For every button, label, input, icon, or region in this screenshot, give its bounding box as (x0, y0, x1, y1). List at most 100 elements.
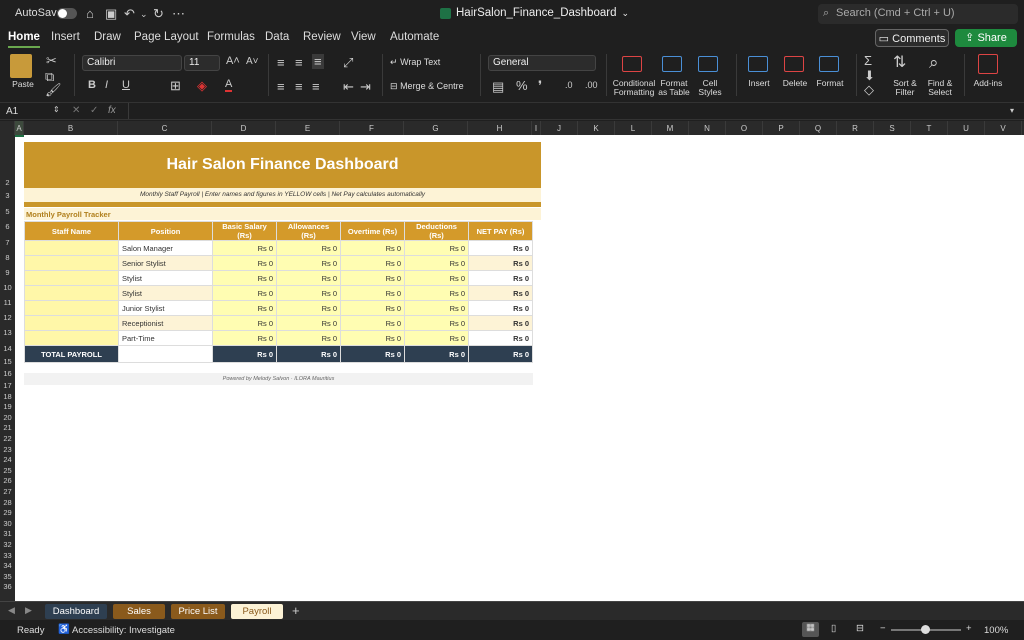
tab-formulas[interactable]: Formulas (207, 31, 255, 43)
row-header-34[interactable]: 34 (0, 561, 15, 572)
enter-icon[interactable]: ✓ (90, 106, 98, 116)
column-header-v[interactable]: V (985, 121, 1022, 135)
row-header-21[interactable]: 21 (0, 423, 15, 434)
delete-cells-icon[interactable] (784, 56, 804, 72)
row-header-12[interactable]: 12 (0, 310, 15, 325)
sort-filter-icon[interactable]: ⇅ (893, 55, 906, 71)
deductions-cell[interactable]: Rs 0 (404, 270, 469, 286)
row-header-31[interactable]: 31 (0, 529, 15, 540)
number-format-select[interactable]: General (488, 55, 596, 71)
comma-style-icon[interactable]: ❜ (538, 79, 542, 92)
header-position[interactable]: Position (118, 221, 213, 241)
format-painter-icon[interactable]: 🖌 (45, 83, 62, 96)
header-overtime[interactable]: Overtime (Rs) (340, 221, 405, 241)
net-pay-cell[interactable]: Rs 0 (468, 330, 533, 346)
net-pay-cell[interactable]: Rs 0 (468, 285, 533, 301)
search-box[interactable]: ⌕ Search (Cmd + Ctrl + U) (818, 4, 1018, 24)
row-header-26[interactable]: 26 (0, 476, 15, 487)
expand-formula-icon[interactable]: ▾ (1010, 107, 1014, 115)
tab-review[interactable]: Review (303, 31, 341, 43)
format-as-table-label[interactable]: Format as Table (656, 79, 692, 97)
bold-icon[interactable]: B (88, 80, 96, 91)
column-header-o[interactable]: O (726, 121, 763, 135)
format-cells-icon[interactable] (819, 56, 839, 72)
column-header-m[interactable]: M (652, 121, 689, 135)
zoom-level[interactable]: 100% (984, 625, 1008, 636)
column-header-u[interactable]: U (948, 121, 985, 135)
conditional-formatting-label[interactable]: Conditional Formatting (609, 79, 659, 97)
staff-name-cell[interactable] (24, 255, 119, 271)
sheet-tab-dashboard[interactable]: Dashboard (45, 604, 107, 619)
paste-label[interactable]: Paste (8, 80, 38, 89)
autosave-toggle[interactable] (57, 8, 77, 19)
decrease-indent-icon[interactable]: ⇤ (343, 80, 354, 93)
zoom-out-icon[interactable]: − (880, 623, 886, 634)
insert-cells-icon[interactable] (748, 56, 768, 72)
net-pay-cell[interactable]: Rs 0 (468, 300, 533, 316)
net-pay-cell[interactable]: Rs 0 (468, 240, 533, 256)
header-deductions[interactable]: Deductions (Rs) (404, 221, 469, 241)
conditional-formatting-icon[interactable] (622, 56, 642, 72)
row-header-24[interactable]: 24 (0, 455, 15, 466)
column-header-p[interactable]: P (763, 121, 800, 135)
position-cell[interactable]: Stylist (118, 270, 213, 286)
staff-name-cell[interactable] (24, 330, 119, 346)
align-top-icon[interactable]: ≡ (277, 56, 285, 69)
normal-view-icon[interactable]: ▦ (802, 622, 819, 637)
align-bottom-icon[interactable]: ≡ (312, 54, 324, 69)
increase-indent-icon[interactable]: ⇥ (360, 80, 371, 93)
row-header-25[interactable]: 25 (0, 466, 15, 477)
font-name-select[interactable]: Calibri (82, 55, 182, 71)
row-header-22[interactable]: 22 (0, 434, 15, 445)
allowances-cell[interactable]: Rs 0 (276, 240, 341, 256)
position-cell[interactable]: Part-Time (118, 330, 213, 346)
orientation-icon[interactable]: ⤢ (343, 56, 353, 69)
italic-icon[interactable]: I (105, 80, 108, 91)
column-header-l[interactable]: L (615, 121, 652, 135)
cell-styles-icon[interactable] (698, 56, 718, 72)
overtime-cell[interactable]: Rs 0 (340, 240, 405, 256)
tab-automate[interactable]: Automate (390, 31, 439, 43)
staff-name-cell[interactable] (24, 240, 119, 256)
overtime-cell[interactable]: Rs 0 (340, 315, 405, 331)
tab-draw[interactable]: Draw (94, 31, 121, 43)
sheet-tab-price-list[interactable]: Price List (171, 604, 225, 619)
row-header-18[interactable]: 18 (0, 392, 15, 403)
overtime-cell[interactable]: Rs 0 (340, 255, 405, 271)
tab-insert[interactable]: Insert (51, 31, 80, 43)
sort-filter-label[interactable]: Sort & Filter (887, 79, 923, 97)
tab-home[interactable]: Home (8, 31, 40, 48)
next-sheet-icon[interactable]: ▶ (25, 606, 32, 615)
row-header-2[interactable]: 2 (0, 138, 15, 191)
allowances-cell[interactable]: Rs 0 (276, 285, 341, 301)
tab-view[interactable]: View (351, 31, 376, 43)
sheet-tab-sales[interactable]: Sales (113, 604, 165, 619)
font-size-select[interactable]: 11 (184, 55, 220, 71)
header-net-pay[interactable]: NET PAY (Rs) (468, 221, 533, 241)
row-header-23[interactable]: 23 (0, 445, 15, 456)
column-header-g[interactable]: G (404, 121, 468, 135)
deductions-cell[interactable]: Rs 0 (404, 330, 469, 346)
find-select-label[interactable]: Find & Select (922, 79, 958, 97)
undo-dropdown-icon[interactable]: ⌄ (140, 9, 148, 20)
allowances-cell[interactable]: Rs 0 (276, 330, 341, 346)
column-header-i[interactable]: I (532, 121, 541, 135)
row-header-7[interactable]: 7 (0, 235, 15, 250)
align-middle-icon[interactable]: ≡ (295, 56, 303, 69)
column-header-h[interactable]: H (468, 121, 532, 135)
percent-icon[interactable]: % (516, 79, 528, 92)
decrease-decimal-icon[interactable]: .00 (585, 81, 598, 90)
redo-icon[interactable]: ↻ (153, 6, 164, 22)
insert-label[interactable]: Insert (744, 79, 774, 88)
home-icon[interactable]: ⌂ (86, 6, 94, 21)
allowances-cell[interactable]: Rs 0 (276, 315, 341, 331)
select-all-corner[interactable] (0, 121, 15, 135)
format-as-table-icon[interactable] (662, 56, 682, 72)
position-cell[interactable]: Junior Stylist (118, 300, 213, 316)
zoom-in-icon[interactable]: + (966, 623, 972, 634)
total-overtime[interactable]: Rs 0 (340, 345, 405, 363)
deductions-cell[interactable]: Rs 0 (404, 300, 469, 316)
overtime-cell[interactable]: Rs 0 (340, 300, 405, 316)
deductions-cell[interactable]: Rs 0 (404, 255, 469, 271)
page-layout-view-icon[interactable]: ▯ (831, 623, 836, 634)
